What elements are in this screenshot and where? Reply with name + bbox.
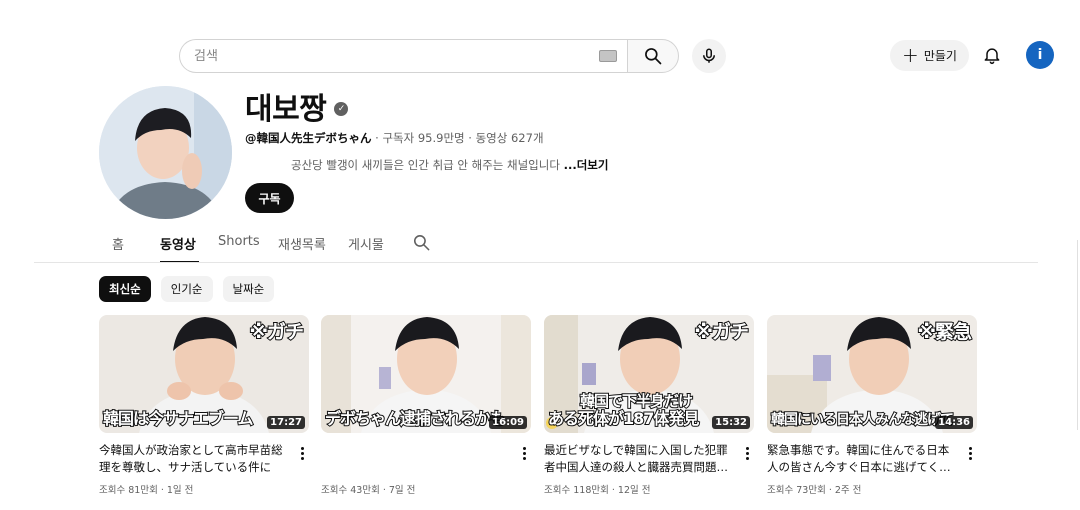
more-actions-icon[interactable] xyxy=(517,443,531,463)
tab-posts[interactable]: 게시물 xyxy=(348,229,412,263)
bell-icon xyxy=(984,48,1000,65)
video-thumbnail[interactable]: ※ガチ 韓国は今サナエブーム 17:27 xyxy=(99,315,309,433)
channel-description-text: 공산당 빨갱이 새끼들은 인간 취급 안 해주는 채널입니다 xyxy=(291,158,560,172)
chip-popular-label: 인기순 xyxy=(170,282,203,296)
account-initial: i xyxy=(1037,47,1043,63)
tab-shorts-label: Shorts xyxy=(218,234,260,249)
thumbnail-caption-top: ※緊急 xyxy=(917,320,974,344)
search-button[interactable] xyxy=(627,39,679,73)
channel-handle: @韓国人先生デボちゃん xyxy=(245,131,372,145)
video-duration: 14:36 xyxy=(935,416,973,429)
tab-shorts[interactable]: Shorts xyxy=(218,229,278,263)
notifications-button[interactable] xyxy=(978,41,1006,69)
search-bar xyxy=(179,39,679,73)
thumbnail-caption-top: ※ガチ xyxy=(249,320,306,344)
video-title[interactable]: 最近ビザなしで韓国に入国した犯罪者中国人達の殺人と臓器売買問題… xyxy=(544,442,732,476)
create-button[interactable]: + 만들기 xyxy=(890,40,969,71)
channel-name: 대보짱 xyxy=(245,92,327,127)
chip-latest[interactable]: 최신순 xyxy=(99,276,151,302)
subscribe-label: 구독 xyxy=(258,191,281,206)
plus-icon: + xyxy=(902,42,919,67)
channel-stats: · 구독자 95.9만명 · 동영상 627개 xyxy=(371,131,544,145)
chip-oldest[interactable]: 날짜순 xyxy=(222,276,275,302)
thumbnail-caption-bottom: ある死体が187体発見 xyxy=(547,408,700,429)
search-input[interactable] xyxy=(194,48,599,64)
thumbnail-caption-bottom: デボちゃん逮捕されるかも xyxy=(324,408,507,429)
scrollbar-edge xyxy=(1077,240,1078,430)
sort-chips: 최신순 인기순 날짜순 xyxy=(99,276,275,302)
video-title[interactable]: 緊急事態です。韓国に住んでる日本人の皆さん今すぐ日本に逃げてく… xyxy=(767,442,955,476)
tab-search[interactable] xyxy=(412,229,431,263)
tab-videos-label: 동영상 xyxy=(160,238,196,253)
tab-playlists-label: 재생목록 xyxy=(278,238,326,253)
subscribe-button[interactable]: 구독 xyxy=(245,183,294,213)
video-card[interactable]: ※ガチ 韓国は今サナエブーム 17:27 今韓国人が政治家として高市早苗総理を尊… xyxy=(99,315,309,496)
search-icon xyxy=(413,234,430,251)
search-box[interactable] xyxy=(179,39,627,73)
chip-oldest-label: 날짜순 xyxy=(232,282,265,296)
video-meta: 조회수 43만회 · 7일 전 xyxy=(321,485,416,496)
more-actions-icon[interactable] xyxy=(295,443,309,463)
tab-posts-label: 게시물 xyxy=(348,238,384,253)
tab-home[interactable]: 홈 xyxy=(100,229,160,263)
microphone-icon xyxy=(703,48,715,63)
video-meta: 조회수 81만회 · 1일 전 xyxy=(99,485,194,496)
create-label: 만들기 xyxy=(923,49,957,63)
chip-popular[interactable]: 인기순 xyxy=(160,276,213,302)
more-actions-icon[interactable] xyxy=(963,443,977,463)
video-thumbnail[interactable]: デボちゃん逮捕されるかも 16:09 xyxy=(321,315,531,433)
chip-latest-label: 최신순 xyxy=(109,282,141,296)
video-meta: 조회수 118만회 · 12일 전 xyxy=(544,485,651,496)
channel-avatar[interactable] xyxy=(99,86,232,219)
thumbnail-caption-top: ※ガチ xyxy=(694,320,751,344)
search-icon xyxy=(645,48,662,65)
video-duration: 16:09 xyxy=(489,416,527,429)
video-meta: 조회수 73만회 · 2주 전 xyxy=(767,485,862,496)
video-card[interactable]: デボちゃん逮捕されるかも 16:09 조회수 43만회 · 7일 전 xyxy=(321,315,531,496)
more-actions-icon[interactable] xyxy=(740,443,754,463)
thumbnail-caption-bottom: 韓国にいる日本人みんな逃げて xyxy=(770,411,955,429)
video-thumbnail[interactable]: ※ガチ 韓国で下半身だけ ある死体が187体発見 15:32 xyxy=(544,315,754,433)
tab-playlists[interactable]: 재생목록 xyxy=(278,229,348,263)
channel-avatar-image xyxy=(99,86,232,219)
channel-tabs: 홈 동영상 Shorts 재생목록 게시물 xyxy=(100,229,431,263)
video-thumbnail[interactable]: ※緊急 韓国にいる日本人みんな逃げて 14:36 xyxy=(767,315,977,433)
video-title[interactable]: 今韓国人が政治家として高市早苗総理を尊敬し、サナ活している件につ… xyxy=(99,442,287,476)
account-avatar[interactable]: i xyxy=(1026,41,1054,69)
channel-title: 대보짱 ✓ xyxy=(245,84,349,128)
thumbnail-caption-bottom: 韓国は今サナエブーム xyxy=(102,408,255,429)
video-card[interactable]: ※ガチ 韓国で下半身だけ ある死体が187体発見 15:32 最近ビザなしで韓国… xyxy=(544,315,754,496)
video-duration: 15:32 xyxy=(712,416,750,429)
channel-meta: @韓国人先生デボちゃん · 구독자 95.9만명 · 동영상 627개 xyxy=(245,130,544,146)
video-duration: 17:27 xyxy=(267,416,305,429)
tabs-divider xyxy=(34,262,1038,263)
verified-icon: ✓ xyxy=(334,102,349,116)
tab-videos[interactable]: 동영상 xyxy=(160,229,199,263)
video-card[interactable]: ※緊急 韓国にいる日本人みんな逃げて 14:36 緊急事態です。韓国に住んでる日… xyxy=(767,315,977,496)
channel-description[interactable]: 공산당 빨갱이 새끼들은 인간 취급 안 해주는 채널입니다 ...더보기 xyxy=(291,157,608,173)
keyboard-icon[interactable] xyxy=(599,50,617,62)
more-link[interactable]: ...더보기 xyxy=(564,158,609,172)
voice-search-button[interactable] xyxy=(692,39,726,73)
video-title[interactable] xyxy=(321,442,509,476)
tab-home-label: 홈 xyxy=(112,238,124,253)
